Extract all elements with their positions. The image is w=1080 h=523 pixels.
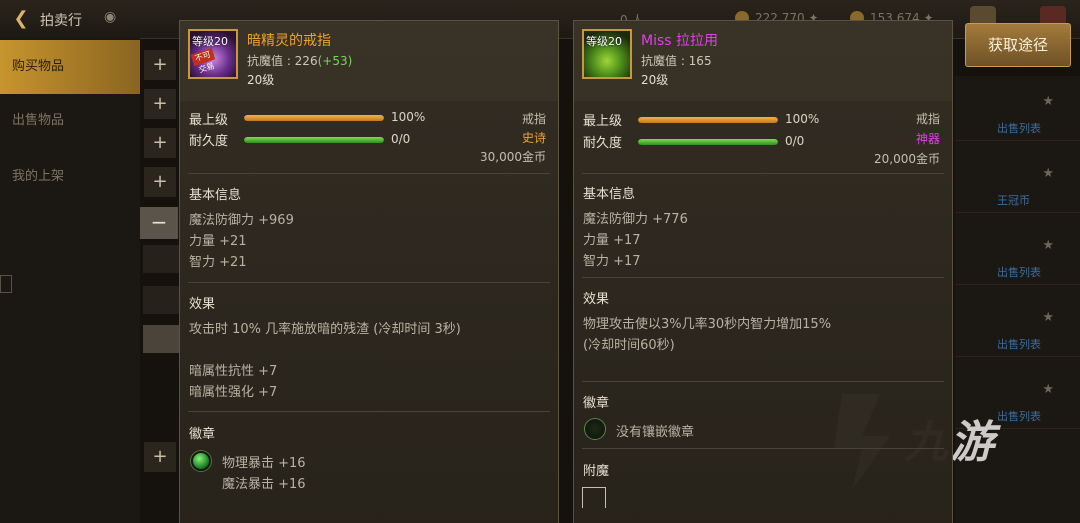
category-cell[interactable]: [143, 325, 179, 353]
effect-text: 攻击时 10% 几率施放暗的残渣 (冷却时间 3秒): [189, 322, 461, 337]
emblem-stat: 魔法暴击 +16: [222, 477, 306, 492]
divider: [582, 173, 944, 174]
obtain-source-button[interactable]: 获取途径: [965, 23, 1071, 67]
item-price: 20,000金币: [874, 152, 940, 166]
star-icon[interactable]: ★: [1042, 94, 1054, 109]
grade-label: 最上级: [583, 114, 623, 129]
expand-button[interactable]: +: [144, 128, 176, 158]
item-resist-stat: 抗魔值 : 165: [641, 54, 712, 68]
basic-stat: 魔法防御力 +969: [189, 213, 294, 228]
basic-stat: 魔法防御力 +776: [583, 212, 688, 227]
category-cell[interactable]: [143, 286, 179, 314]
list-item[interactable]: ★ 出售列表: [955, 228, 1080, 285]
sidebar: 购买物品 出售物品 我的上架: [0, 38, 140, 523]
back-arrow-icon[interactable]: ❮: [10, 8, 32, 30]
emblem-title: 徽章: [189, 427, 216, 442]
effect-text: (冷却时间60秒): [583, 338, 675, 353]
sidebar-item-sell[interactable]: 出售物品: [0, 94, 140, 148]
enchant-title: 附魔: [583, 464, 610, 479]
basic-stat: 智力 +17: [583, 254, 641, 269]
resist-value: 抗魔值 : 226: [247, 54, 318, 68]
divider: [582, 381, 944, 382]
ring-item-icon: 等级20 不可交易: [188, 29, 238, 79]
grade-bar: [638, 117, 778, 123]
list-item[interactable]: ★ 出售列表: [955, 300, 1080, 357]
expand-button[interactable]: +: [144, 167, 176, 197]
grade-bar-fill: [638, 117, 778, 123]
item-level: 20级: [247, 73, 275, 87]
untradeable-tag: 不可交易: [190, 47, 216, 75]
item-resist-stat: 抗魔值 : 226(+53): [247, 52, 352, 69]
sidebar-item-buy[interactable]: 购买物品: [0, 40, 140, 94]
durability-bar-fill: [244, 137, 384, 143]
attr-stat: 暗属性强化 +7: [189, 385, 278, 400]
level-badge: 等级20: [586, 35, 622, 48]
no-emblem-text: 没有镶嵌徽章: [616, 425, 695, 440]
list-item-label: 王冠币: [997, 194, 1030, 207]
effect-text: 物理攻击使以3%几率30秒内智力增加15%: [583, 317, 832, 332]
level-badge: 等级20: [192, 35, 228, 48]
item-name: 暗精灵的戒指: [247, 33, 331, 49]
cauldron-item-icon: 等级20: [582, 29, 632, 79]
grade-label: 最上级: [189, 113, 229, 128]
star-icon[interactable]: ★: [1042, 310, 1054, 325]
item-tooltip-left: 等级20 不可交易 暗精灵的戒指 抗魔值 : 226(+53) 20级 最上级 …: [179, 20, 559, 523]
grade-bar: [244, 115, 384, 121]
empty-emblem-slot-icon[interactable]: [585, 419, 605, 439]
item-price: 30,000金币: [480, 150, 546, 164]
divider: [582, 448, 944, 449]
item-level: 20级: [641, 73, 669, 87]
list-item[interactable]: ★ 出售列表: [955, 84, 1080, 141]
list-item-label: 出售列表: [997, 338, 1041, 351]
eye-icon[interactable]: ◉: [104, 9, 124, 27]
list-item-label: 出售列表: [997, 122, 1041, 135]
basic-info-title: 基本信息: [583, 187, 636, 202]
durability-value: 0/0: [785, 134, 805, 148]
grade-value: 100%: [391, 110, 426, 124]
attr-stat: 暗属性抗性 +7: [189, 364, 278, 379]
expand-button[interactable]: +: [144, 442, 176, 472]
filter-checkbox[interactable]: [0, 275, 12, 293]
expand-button[interactable]: +: [144, 50, 176, 80]
divider: [188, 173, 550, 174]
item-rarity: 神器: [915, 132, 940, 146]
emblem-stat: 物理暴击 +16: [222, 456, 306, 471]
page-title: 拍卖行: [40, 13, 82, 29]
star-icon[interactable]: ★: [1042, 166, 1054, 181]
divider: [582, 277, 944, 278]
list-item-label: 出售列表: [997, 266, 1041, 279]
emblem-title: 徽章: [583, 396, 610, 411]
durability-bar-fill: [638, 139, 778, 145]
basic-info-title: 基本信息: [189, 188, 242, 203]
item-type: 戒指: [915, 112, 940, 126]
durability-value: 0/0: [391, 132, 411, 146]
resist-bonus: (+53): [317, 54, 353, 68]
effect-title: 效果: [189, 297, 216, 312]
expand-button[interactable]: +: [144, 89, 176, 119]
emblem-gem-icon[interactable]: [191, 451, 211, 471]
category-cell[interactable]: [143, 245, 179, 273]
basic-stat: 智力 +21: [189, 255, 247, 270]
durability-label: 耐久度: [189, 134, 229, 149]
collapse-button[interactable]: −: [140, 207, 178, 239]
divider: [188, 282, 550, 283]
list-item[interactable]: ★ 王冠币: [955, 156, 1080, 213]
star-icon[interactable]: ★: [1042, 238, 1054, 253]
durability-label: 耐久度: [583, 136, 623, 151]
durability-bar: [244, 137, 384, 143]
item-tooltip-right: 等级20 Miss 拉拉用 抗魔值 : 165 20级 最上级 100% 耐久度…: [573, 20, 953, 523]
enchant-slot-icon[interactable]: [582, 487, 606, 508]
grade-bar-fill: [244, 115, 384, 121]
sidebar-item-my-listings[interactable]: 我的上架: [0, 150, 140, 204]
item-rarity: 史诗: [521, 131, 546, 145]
item-name: Miss 拉拉用: [641, 33, 719, 49]
grade-value: 100%: [785, 112, 820, 126]
basic-stat: 力量 +17: [583, 233, 641, 248]
divider: [188, 411, 550, 412]
item-type: 戒指: [521, 112, 546, 126]
basic-stat: 力量 +21: [189, 234, 247, 249]
effect-title: 效果: [583, 292, 610, 307]
durability-bar: [638, 139, 778, 145]
